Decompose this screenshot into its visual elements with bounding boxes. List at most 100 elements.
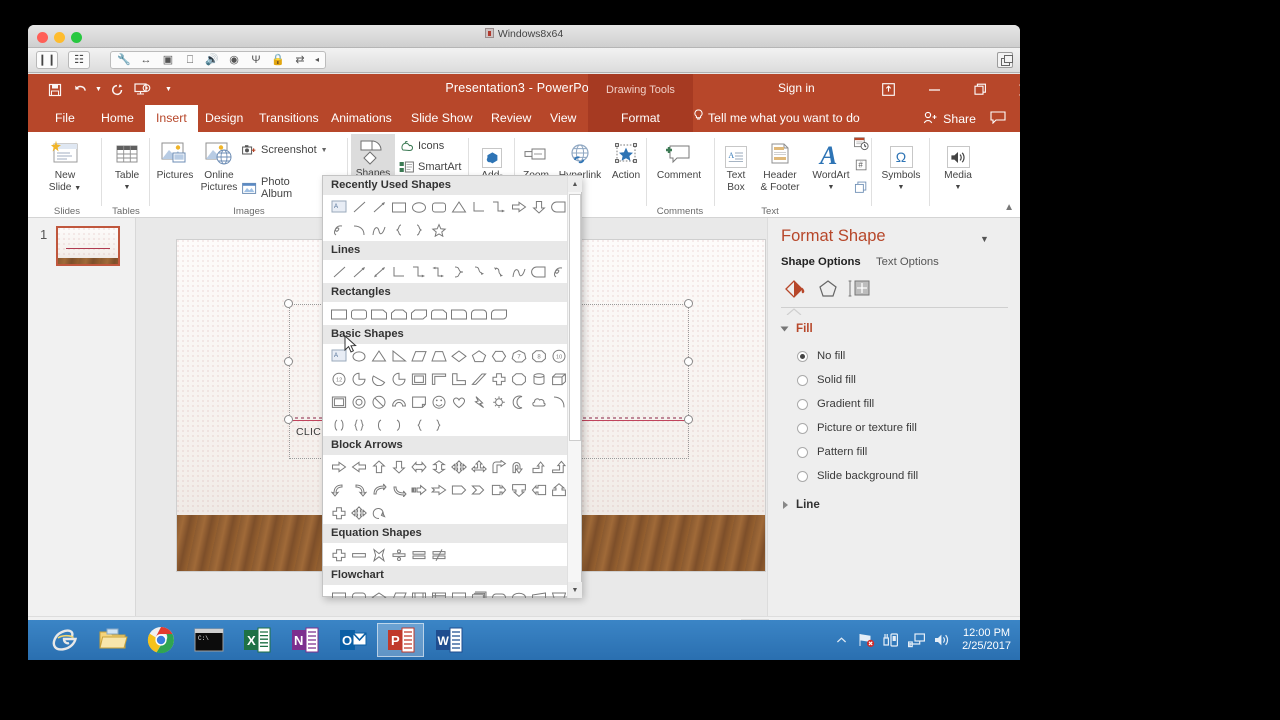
shape-arc[interactable] [349, 220, 369, 239]
media-dropdown-icon[interactable]: ▼ [935, 182, 981, 194]
shape-up-down-arrow[interactable] [429, 457, 449, 476]
shape-dodecagon[interactable]: 12 [329, 369, 349, 388]
shape-round-single-corner[interactable] [449, 304, 469, 323]
chevron-down-icon[interactable]: ▼ [980, 234, 989, 244]
shape-curved-left-arrow[interactable] [329, 480, 349, 499]
shape-diamond[interactable] [449, 346, 469, 365]
pictures-button[interactable]: Pictures [152, 138, 198, 182]
shape-cross[interactable] [489, 369, 509, 388]
shape-bent-up-arrow[interactable] [549, 457, 569, 476]
shape-curve[interactable] [509, 262, 529, 281]
shape-right-arrow[interactable] [329, 457, 349, 476]
shape-curved-down-arrow[interactable] [389, 480, 409, 499]
shape-bevel[interactable] [329, 392, 349, 411]
wordart-dropdown-icon[interactable]: ▼ [807, 182, 855, 194]
symbols-dropdown-icon[interactable]: ▼ [878, 182, 924, 194]
ribbon-display-options-icon[interactable] [870, 74, 906, 105]
shape-cloud[interactable] [529, 392, 549, 411]
tab-transitions[interactable]: Transitions [248, 105, 330, 132]
shape-not-equal-sign[interactable] [429, 545, 449, 564]
shape-pentagon-tab[interactable] [549, 197, 569, 216]
shape-lightning-bolt[interactable] [469, 392, 489, 411]
shape-line[interactable] [349, 197, 369, 216]
shape-flowchart-internal-storage[interactable] [429, 587, 449, 598]
tab-design[interactable]: Design [194, 105, 254, 132]
shape-flowchart-alternate-process[interactable] [349, 587, 369, 598]
radio-pattern-fill[interactable]: Pattern fill [797, 446, 867, 458]
shape-freeform-scribble[interactable] [329, 220, 349, 239]
shape-cross-arrow[interactable] [329, 503, 349, 522]
wordart-button[interactable]: A WordArt ▼ [807, 138, 855, 193]
shape-right-brace[interactable] [429, 415, 449, 434]
tab-review[interactable]: Review [480, 105, 542, 132]
close-button[interactable] [1008, 74, 1020, 105]
fill-section-heading[interactable]: Fill [796, 322, 813, 335]
shape-line-double-arrow[interactable] [369, 262, 389, 281]
shape-pie[interactable] [349, 369, 369, 388]
shape-smiley-face[interactable] [429, 392, 449, 411]
network-error-icon[interactable] [858, 632, 875, 649]
shape-four-way-arrow[interactable] [449, 457, 469, 476]
shape-line[interactable] [329, 262, 349, 281]
taskbar-excel[interactable]: X [233, 623, 280, 657]
tab-shape-options[interactable]: Shape Options [781, 256, 861, 268]
vm-pause-button[interactable]: ❙❙ [36, 51, 58, 69]
shape-division-sign[interactable] [389, 545, 409, 564]
radio-no-fill[interactable]: No fill [797, 350, 845, 362]
shape-flowchart-document[interactable] [449, 587, 469, 598]
shape-equal-sign[interactable] [409, 545, 429, 564]
date-and-time-button[interactable] [854, 137, 869, 151]
shape-snip-single-corner[interactable] [369, 304, 389, 323]
symbols-button[interactable]: Ω Symbols ▼ [878, 138, 924, 193]
shape-flowchart-manual-input[interactable] [529, 587, 549, 598]
table-dropdown-icon[interactable]: ▼ [104, 182, 150, 194]
shape-snip-same-side-corner[interactable] [389, 304, 409, 323]
network-icon[interactable]: ↔ [135, 52, 157, 68]
shape-rounded-rectangle[interactable] [429, 197, 449, 216]
shape-notched-right-arrow[interactable] [429, 480, 449, 499]
shape-left-brace[interactable] [409, 415, 429, 434]
tell-me-search[interactable]: Tell me what you want to do [693, 105, 860, 132]
shape-flowchart-multidocument[interactable] [469, 587, 489, 598]
taskbar-command-prompt[interactable]: C:\ [185, 623, 232, 657]
more-devices-icon[interactable]: ◂ [311, 52, 323, 68]
action-button[interactable]: Action [603, 138, 649, 182]
shape-flowchart-manual-operation[interactable] [549, 587, 569, 598]
shape-down-arrow-callout[interactable] [509, 480, 529, 499]
tab-slide-show[interactable]: Slide Show [400, 105, 484, 132]
shape-triple-arrow[interactable] [469, 457, 489, 476]
shape-up-arrow-callout[interactable] [549, 480, 569, 499]
icons-button[interactable]: Icons [399, 139, 444, 153]
ethernet-icon[interactable] [908, 632, 926, 649]
shape-right-bracket[interactable] [389, 415, 409, 434]
shape-left-bracket[interactable] [369, 415, 389, 434]
shape-teardrop[interactable] [389, 369, 409, 388]
shape-up-arrow[interactable] [369, 457, 389, 476]
wrench-icon[interactable]: 🔧 [113, 52, 135, 68]
fill-and-line-icon[interactable] [780, 276, 810, 302]
resize-handle-bottom-right[interactable] [684, 415, 693, 424]
shape-striped-right-arrow[interactable] [409, 480, 429, 499]
shape-half-frame[interactable] [429, 369, 449, 388]
resize-handle-top-right[interactable] [684, 299, 693, 308]
resize-handle-bottom-left[interactable] [284, 415, 293, 424]
show-hidden-icons[interactable] [833, 632, 850, 649]
shape-diagonal-stripe[interactable] [469, 369, 489, 388]
new-slide-button[interactable]: New Slide ▼ [42, 138, 88, 194]
tab-text-options[interactable]: Text Options [876, 256, 939, 268]
shape-heptagon[interactable]: 7 [509, 346, 529, 365]
shape-rectangle[interactable] [389, 197, 409, 216]
taskbar-file-explorer[interactable] [89, 623, 136, 657]
sync-icon[interactable]: ⇄ [289, 52, 311, 68]
shape-curved-connector[interactable] [449, 262, 469, 281]
shape-hexagon[interactable] [489, 346, 509, 365]
usb-device-icon[interactable] [883, 632, 900, 649]
shape-pentagon-arrow[interactable] [449, 480, 469, 499]
shape-l-shape[interactable] [449, 369, 469, 388]
gallery-scrollbar-thumb[interactable] [569, 194, 581, 441]
shape-freeform[interactable] [529, 262, 549, 281]
shape-down-arrow[interactable] [529, 197, 549, 216]
taskbar-clock[interactable]: 12:00 PM 2/25/2017 [958, 627, 1011, 653]
shape-snip-and-round-corner[interactable] [429, 304, 449, 323]
shape-cube[interactable] [549, 369, 569, 388]
